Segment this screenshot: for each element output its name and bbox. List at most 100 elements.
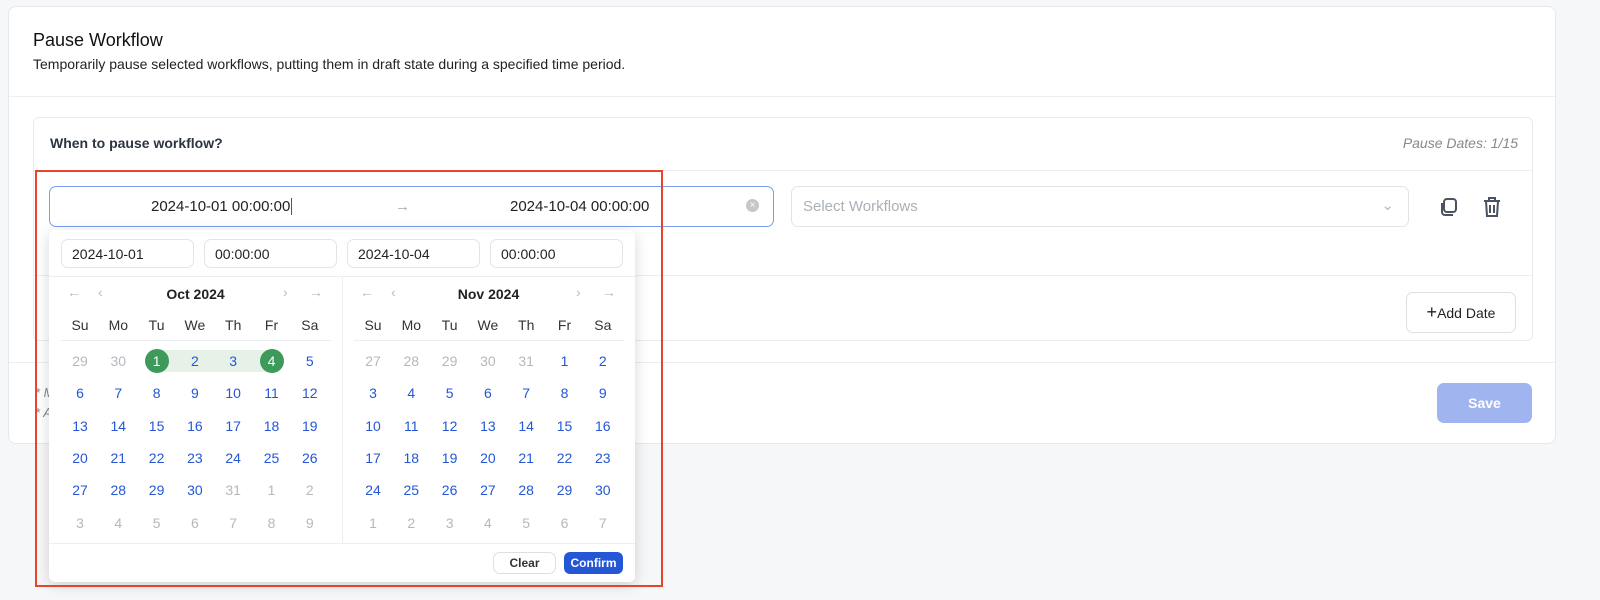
save-button[interactable]: Save xyxy=(1437,383,1532,423)
day-cell[interactable]: 1 xyxy=(358,511,388,535)
day-cell[interactable]: 11 xyxy=(257,381,287,405)
day-cell[interactable]: 13 xyxy=(473,414,503,438)
day-cell[interactable]: 3 xyxy=(65,511,95,535)
day-cell[interactable]: 4 xyxy=(473,511,503,535)
day-cell[interactable]: 16 xyxy=(588,414,618,438)
day-cell[interactable]: 7 xyxy=(218,511,248,535)
day-cell[interactable]: 16 xyxy=(180,414,210,438)
day-cell[interactable]: 24 xyxy=(218,446,248,470)
day-cell[interactable]: 9 xyxy=(180,381,210,405)
range-start[interactable]: 2024-10-01 00:00:00 xyxy=(151,198,293,215)
day-cell[interactable]: 3 xyxy=(358,381,388,405)
day-cell[interactable]: 13 xyxy=(65,414,95,438)
day-cell[interactable]: 15 xyxy=(142,414,172,438)
day-cell[interactable]: 21 xyxy=(103,446,133,470)
day-cell[interactable]: 29 xyxy=(435,349,465,373)
clear-button[interactable]: Clear xyxy=(493,552,556,574)
date-range-input[interactable]: 2024-10-01 00:00:00 → 2024-10-04 00:00:0… xyxy=(49,186,774,227)
day-cell[interactable]: 12 xyxy=(295,381,325,405)
day-cell[interactable]: 8 xyxy=(550,381,580,405)
day-cell[interactable]: 23 xyxy=(588,446,618,470)
day-cell[interactable]: 29 xyxy=(550,478,580,502)
selected-day[interactable]: 1 xyxy=(144,349,169,373)
day-cell[interactable]: 3 xyxy=(435,511,465,535)
day-cell[interactable]: 8 xyxy=(257,511,287,535)
select-workflows[interactable]: Select Workflows ⌄ xyxy=(791,186,1409,227)
day-cell[interactable]: 5 xyxy=(511,511,541,535)
day-cell[interactable]: 4 xyxy=(396,381,426,405)
day-cell[interactable]: 6 xyxy=(180,511,210,535)
day-cell[interactable]: 11 xyxy=(396,414,426,438)
day-cell[interactable]: 10 xyxy=(358,414,388,438)
day-cell[interactable]: 20 xyxy=(65,446,95,470)
double-chevron-left-icon[interactable]: ← xyxy=(67,284,81,300)
chevron-right-icon[interactable]: › xyxy=(576,284,581,300)
chevron-left-icon[interactable]: ‹ xyxy=(98,284,103,300)
day-cell[interactable]: 26 xyxy=(295,446,325,470)
day-cell[interactable]: 27 xyxy=(358,349,388,373)
day-cell[interactable]: 4 xyxy=(103,511,133,535)
start-time-input[interactable]: 00:00:00 xyxy=(204,239,337,268)
day-cell[interactable]: 26 xyxy=(435,478,465,502)
range-end[interactable]: 2024-10-04 00:00:00 xyxy=(510,198,649,215)
day-cell[interactable]: 27 xyxy=(65,478,95,502)
day-cell[interactable]: 1 xyxy=(550,349,580,373)
day-cell[interactable]: 17 xyxy=(358,446,388,470)
day-cell[interactable]: 10 xyxy=(218,381,248,405)
day-cell[interactable]: 1 xyxy=(257,478,287,502)
day-cell[interactable]: 30 xyxy=(473,349,503,373)
day-cell[interactable]: 14 xyxy=(103,414,133,438)
day-cell[interactable]: 29 xyxy=(142,478,172,502)
day-cell[interactable]: 2 xyxy=(180,349,210,373)
day-cell[interactable]: 31 xyxy=(511,349,541,373)
day-cell[interactable]: 2 xyxy=(588,349,618,373)
copy-icon[interactable] xyxy=(1437,196,1459,218)
double-chevron-right-icon[interactable]: → xyxy=(602,284,616,300)
double-chevron-right-icon[interactable]: → xyxy=(309,284,323,300)
day-cell[interactable]: 30 xyxy=(588,478,618,502)
end-date-input[interactable]: 2024-10-04 xyxy=(347,239,480,268)
day-cell[interactable]: 9 xyxy=(588,381,618,405)
day-cell[interactable]: 18 xyxy=(257,414,287,438)
day-cell[interactable]: 7 xyxy=(511,381,541,405)
day-cell[interactable]: 14 xyxy=(511,414,541,438)
day-cell[interactable]: 28 xyxy=(396,349,426,373)
day-cell[interactable]: 9 xyxy=(295,511,325,535)
day-cell[interactable]: 30 xyxy=(180,478,210,502)
day-cell[interactable]: 25 xyxy=(257,446,287,470)
end-time-input[interactable]: 00:00:00 xyxy=(490,239,623,268)
double-chevron-left-icon[interactable]: ← xyxy=(360,284,374,300)
day-cell[interactable]: 24 xyxy=(358,478,388,502)
chevron-left-icon[interactable]: ‹ xyxy=(391,284,396,300)
start-date-input[interactable]: 2024-10-01 xyxy=(61,239,194,268)
day-cell[interactable]: 6 xyxy=(473,381,503,405)
day-cell[interactable]: 6 xyxy=(550,511,580,535)
day-cell[interactable]: 31 xyxy=(218,478,248,502)
trash-icon[interactable] xyxy=(1481,195,1503,219)
day-cell[interactable]: 25 xyxy=(396,478,426,502)
chevron-right-icon[interactable]: › xyxy=(283,284,288,300)
day-cell[interactable]: 29 xyxy=(65,349,95,373)
day-cell[interactable]: 19 xyxy=(295,414,325,438)
day-cell[interactable]: 23 xyxy=(180,446,210,470)
day-cell[interactable]: 28 xyxy=(103,478,133,502)
day-cell[interactable]: 30 xyxy=(103,349,133,373)
day-cell[interactable]: 7 xyxy=(588,511,618,535)
day-cell[interactable]: 7 xyxy=(103,381,133,405)
day-cell[interactable]: 2 xyxy=(396,511,426,535)
day-cell[interactable]: 5 xyxy=(295,349,325,373)
clear-icon[interactable]: × xyxy=(746,199,759,212)
day-cell[interactable]: 15 xyxy=(550,414,580,438)
day-cell[interactable]: 3 xyxy=(218,349,248,373)
day-cell[interactable]: 8 xyxy=(142,381,172,405)
day-cell[interactable]: 2 xyxy=(295,478,325,502)
day-cell[interactable]: 20 xyxy=(473,446,503,470)
day-cell[interactable]: 22 xyxy=(550,446,580,470)
add-date-button[interactable]: +Add Date xyxy=(1406,292,1516,333)
day-cell[interactable]: 18 xyxy=(396,446,426,470)
day-cell[interactable]: 5 xyxy=(435,381,465,405)
day-cell[interactable]: 19 xyxy=(435,446,465,470)
day-cell[interactable]: 12 xyxy=(435,414,465,438)
day-cell[interactable]: 6 xyxy=(65,381,95,405)
day-cell[interactable]: 22 xyxy=(142,446,172,470)
